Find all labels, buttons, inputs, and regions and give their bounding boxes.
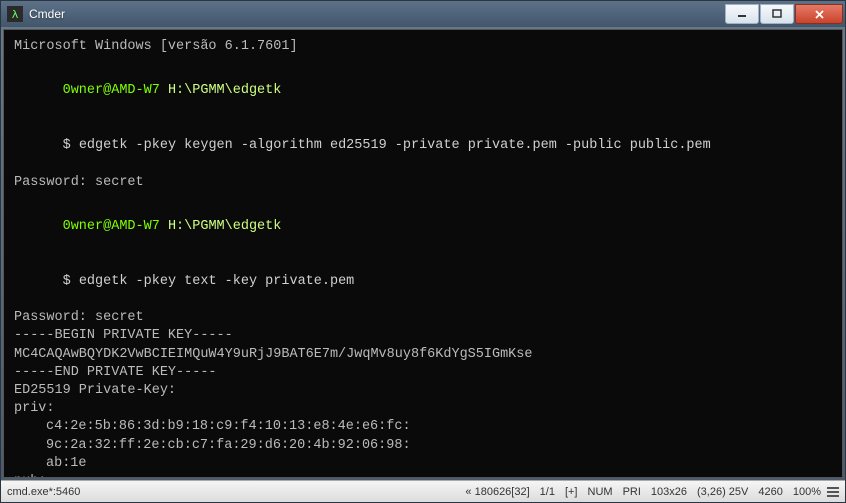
prompt-user: 0wner@AMD-W7 <box>63 219 160 234</box>
command-line: $ edgetk -pkey text -key private.pem <box>14 254 832 309</box>
priv-line: ab:1e <box>14 455 832 473</box>
command-text: edgetk -pkey keygen -algorithm ed25519 -… <box>79 138 711 153</box>
prompt-path: H:\PGMM\edgetk <box>168 83 281 98</box>
prompt-symbol: $ <box>63 138 71 153</box>
close-button[interactable] <box>795 4 843 24</box>
prompt-user: 0wner@AMD-W7 <box>63 83 160 98</box>
command-line: $ edgetk -pkey keygen -algorithm ed25519… <box>14 119 832 174</box>
output-line: Password: secret <box>14 309 832 327</box>
prompt-line: 0wner@AMD-W7 H:\PGMM\edgetk <box>14 64 832 119</box>
app-window: λ Cmder Microsoft Windows [versão 6.1.76… <box>0 0 846 503</box>
status-process[interactable]: cmd.exe*:5460 <box>7 486 80 498</box>
menu-icon[interactable] <box>827 487 839 497</box>
prompt-path: H:\PGMM\edgetk <box>168 219 281 234</box>
window-title: Cmder <box>29 7 724 21</box>
status-num: NUM <box>588 486 613 498</box>
output-line: -----END PRIVATE KEY----- <box>14 364 832 382</box>
output-line: priv: <box>14 400 832 418</box>
terminal[interactable]: Microsoft Windows [versão 6.1.7601] 0wne… <box>3 29 843 478</box>
prompt-symbol: $ <box>63 274 71 289</box>
status-encoding: « 180626[32] <box>465 486 529 498</box>
output-line: ED25519 Private-Key: <box>14 382 832 400</box>
status-size: 103x26 <box>651 486 687 498</box>
status-plus[interactable]: [+] <box>565 486 578 498</box>
command-text: edgetk -pkey text -key private.pem <box>79 274 354 289</box>
status-bar: cmd.exe*:5460 « 180626[32] 1/1 [+] NUM P… <box>1 480 845 502</box>
output-line: -----BEGIN PRIVATE KEY----- <box>14 327 832 345</box>
priv-line: c4:2e:5b:86:3d:b9:18:c9:f4:10:13:e8:4e:e… <box>14 418 832 436</box>
status-pri: PRI <box>623 486 641 498</box>
window-controls <box>724 4 843 24</box>
status-percent: 100% <box>793 486 821 498</box>
titlebar[interactable]: λ Cmder <box>1 1 845 27</box>
pub-label: pub: <box>14 473 832 478</box>
app-icon: λ <box>7 6 23 22</box>
prompt-line: 0wner@AMD-W7 H:\PGMM\edgetk <box>14 200 832 255</box>
output-line: Password: secret <box>14 174 832 192</box>
status-mem: 4260 <box>758 486 782 498</box>
banner-line: Microsoft Windows [versão 6.1.7601] <box>14 38 832 56</box>
minimize-button[interactable] <box>725 4 759 24</box>
output-line: MC4CAQAwBQYDK2VwBCIEIMQuW4Y9uRjJ9BAT6E7m… <box>14 346 832 364</box>
priv-line: 9c:2a:32:ff:2e:cb:c7:fa:29:d6:20:4b:92:0… <box>14 437 832 455</box>
status-position: 1/1 <box>540 486 555 498</box>
maximize-button[interactable] <box>760 4 794 24</box>
status-cursor: (3,26) 25V <box>697 486 748 498</box>
